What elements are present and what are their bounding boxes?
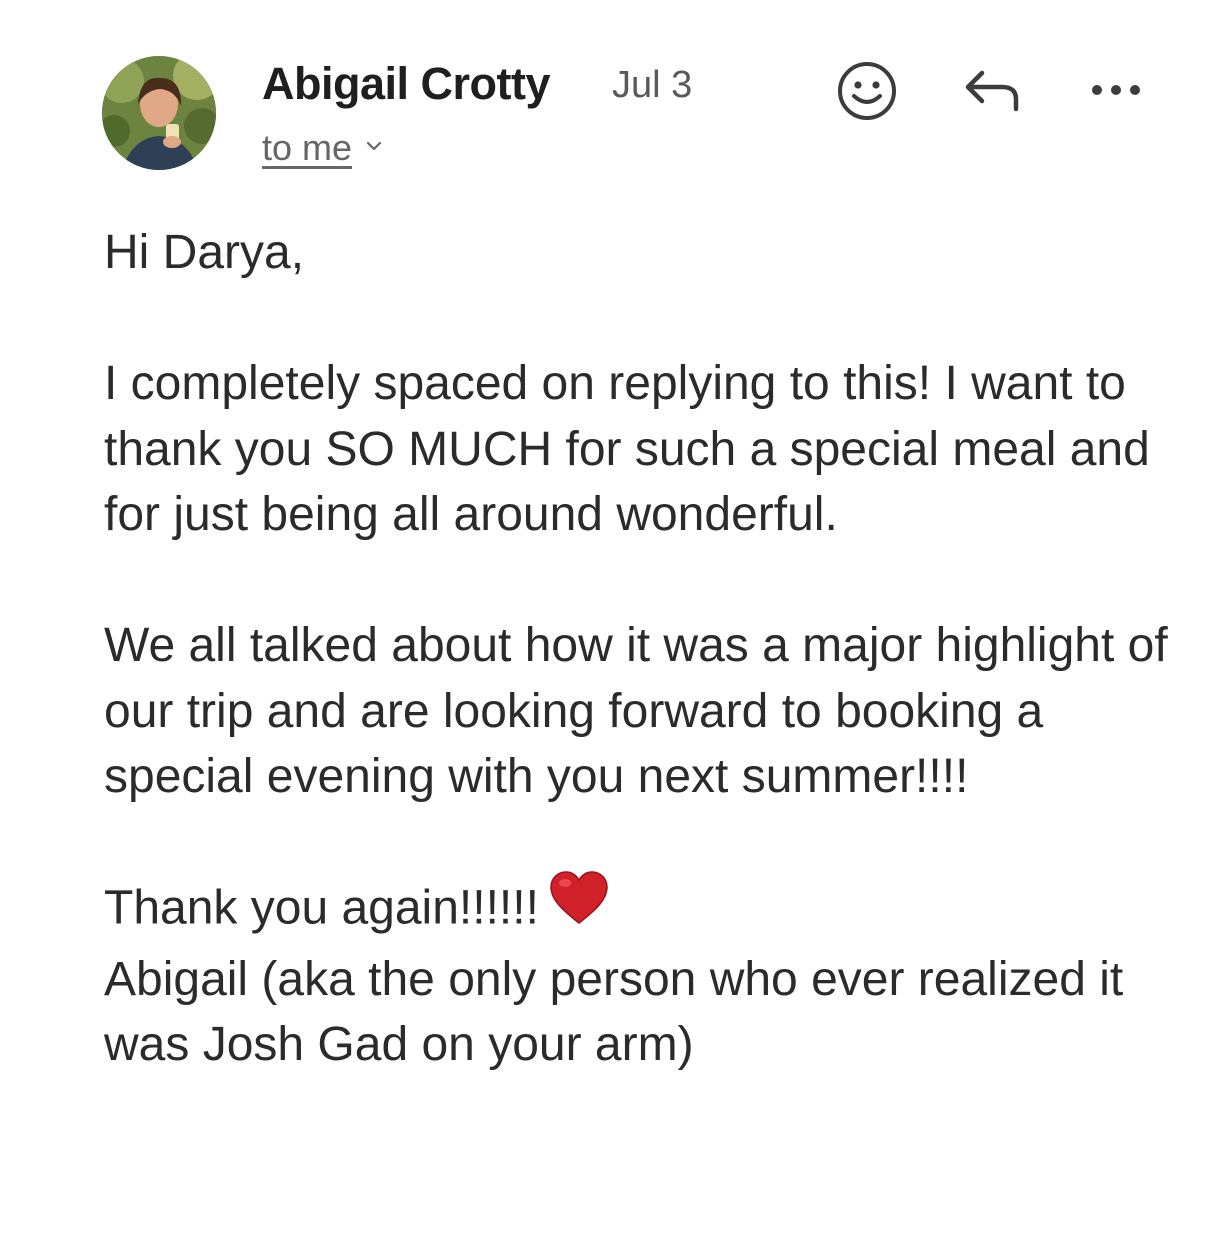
recipient-label: to me [262, 127, 353, 168]
avatar[interactable] [102, 56, 216, 170]
body-paragraph-1: I completely spaced on replying to this!… [104, 357, 1150, 541]
sender-name: Abigail Crotty [262, 58, 551, 109]
signature: Abigail (aka the only person who ever re… [104, 952, 1124, 1072]
reply-button[interactable] [958, 62, 1028, 118]
add-reaction-button[interactable] [834, 58, 900, 124]
closing-text: Thank you again!!!!!! [104, 881, 539, 935]
email-header: Abigail Crotty Jul 3 to me [0, 0, 1206, 200]
body-paragraph-2: We all talked about how it was a major h… [104, 619, 1168, 803]
recipient-details-toggle[interactable]: to me [262, 126, 382, 170]
email-body: Hi Darya, I completely spaced on replyin… [104, 220, 1174, 1078]
smiley-face-icon [838, 62, 896, 120]
more-options-icon [1092, 85, 1140, 95]
reply-arrow-icon [965, 70, 1019, 112]
more-options-button[interactable] [1086, 72, 1146, 108]
avatar-photo [102, 56, 216, 170]
greeting: Hi Darya, [104, 226, 305, 279]
email-date: Jul 3 [612, 64, 693, 106]
closing-line: Thank you again!!!!!! [104, 871, 1174, 947]
heart-icon [549, 871, 609, 943]
chevron-down-icon [366, 139, 382, 157]
